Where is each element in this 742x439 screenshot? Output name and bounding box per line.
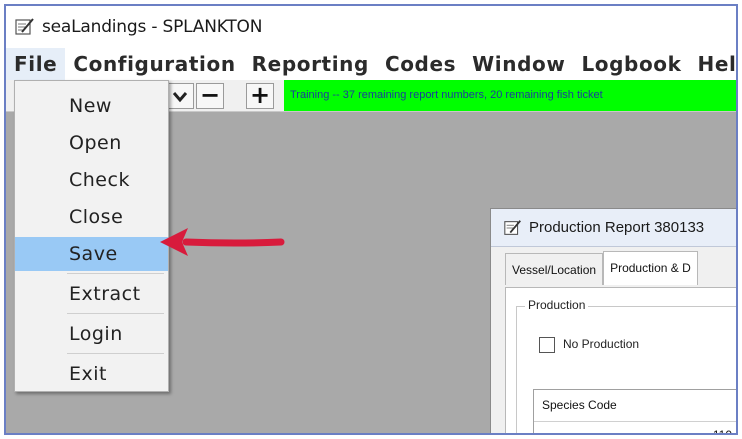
production-group: Production No Production Species Code 11… bbox=[516, 298, 736, 433]
training-status-strip: Training -- 37 remaining report numbers,… bbox=[284, 80, 736, 111]
file-menu-extract[interactable]: Extract bbox=[15, 277, 168, 311]
window-title: seaLandings - SPLANKTON bbox=[42, 17, 263, 37]
menu-codes[interactable]: Codes bbox=[377, 48, 464, 80]
species-code-cell[interactable]: 110 bbox=[534, 422, 736, 433]
child-title-bar: Production Report 380133 bbox=[491, 209, 736, 247]
menu-configuration[interactable]: Configuration bbox=[65, 48, 243, 80]
app-window: seaLandings - SPLANKTON File Configurati… bbox=[4, 4, 738, 435]
no-production-label: No Production bbox=[563, 337, 640, 351]
title-bar: seaLandings - SPLANKTON bbox=[6, 6, 736, 48]
species-grid[interactable]: Species Code 110 bbox=[533, 389, 736, 433]
red-arrow-annotation bbox=[160, 228, 285, 256]
file-menu-exit[interactable]: Exit bbox=[15, 357, 168, 391]
pen-paper-icon bbox=[504, 219, 521, 235]
pen-paper-icon bbox=[15, 18, 34, 35]
menu-separator bbox=[67, 353, 164, 354]
file-menu-open[interactable]: Open bbox=[15, 126, 168, 160]
chevron-down-button[interactable] bbox=[166, 83, 194, 109]
menu-window[interactable]: Window bbox=[464, 48, 573, 80]
tab-production[interactable]: Production & D bbox=[603, 251, 698, 285]
menu-reporting[interactable]: Reporting bbox=[244, 48, 377, 80]
production-report-window: Production Report 380133 Vessel/Location… bbox=[490, 208, 736, 433]
menu-logbook[interactable]: Logbook bbox=[573, 48, 689, 80]
menu-separator bbox=[67, 273, 164, 274]
child-window-title: Production Report 380133 bbox=[529, 219, 705, 236]
file-menu-check[interactable]: Check bbox=[15, 163, 168, 197]
file-menu-login[interactable]: Login bbox=[15, 317, 168, 351]
menu-separator bbox=[67, 313, 164, 314]
chevron-down-icon bbox=[172, 92, 188, 103]
species-code-header: Species Code bbox=[534, 390, 736, 422]
minus-button[interactable]: − bbox=[196, 83, 224, 109]
plus-button[interactable]: + bbox=[246, 83, 274, 109]
menu-file[interactable]: File bbox=[6, 48, 66, 80]
tab-panel: Production No Production Species Code 11… bbox=[505, 287, 736, 433]
menu-help[interactable]: Help bbox=[690, 48, 736, 80]
menu-bar: File Configuration Reporting Codes Windo… bbox=[6, 48, 736, 80]
tab-vessel-location[interactable]: Vessel/Location bbox=[505, 253, 604, 285]
file-menu-new[interactable]: New bbox=[15, 89, 168, 123]
tab-strip: Vessel/Location Production & D bbox=[505, 251, 698, 285]
production-group-label: Production bbox=[525, 298, 589, 312]
no-production-checkbox[interactable] bbox=[539, 337, 555, 353]
